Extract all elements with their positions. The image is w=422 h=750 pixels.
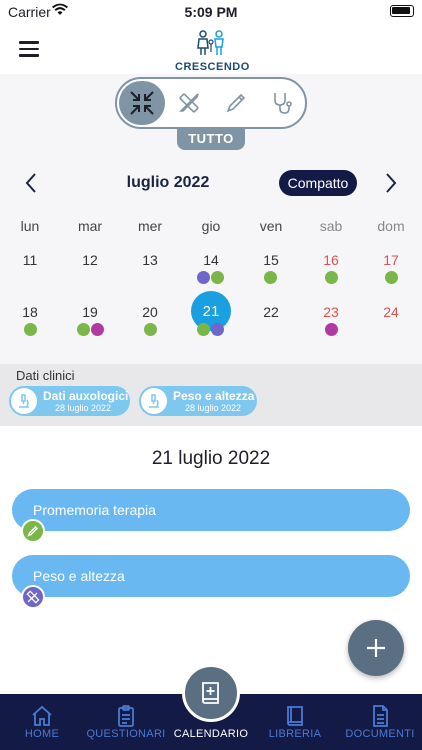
filter-all-button[interactable]	[119, 81, 165, 125]
month-title: luglio 2022	[126, 174, 210, 191]
calendar-day-14[interactable]: 14	[181, 252, 241, 268]
calendar-day-21[interactable]: 21	[181, 303, 241, 320]
month-navigation: luglio 2022 Compatto	[0, 168, 422, 198]
tab-questionnaires[interactable]: QUESTIONARI	[84, 694, 168, 750]
tab-label: LIBRERIA	[268, 728, 322, 740]
day-14-events	[197, 271, 224, 284]
therapy-dot-icon	[24, 323, 37, 336]
tab-library[interactable]: LIBRERIA	[253, 694, 337, 750]
calendar-tab-button[interactable]	[182, 664, 240, 722]
calendar-day-20[interactable]: 20	[120, 304, 180, 320]
therapy-pencil-icon	[21, 519, 45, 543]
menu-icon[interactable]	[19, 41, 39, 57]
family-logo-icon	[197, 30, 224, 55]
day-18-events	[24, 323, 37, 336]
calendar-day-16[interactable]: 16	[301, 252, 361, 268]
day-21-events	[197, 323, 224, 336]
filter-therapy-button[interactable]	[214, 82, 258, 124]
microscope-icon	[11, 388, 37, 414]
calendar-day-17[interactable]: 17	[361, 252, 421, 268]
day-15-events	[264, 271, 277, 284]
calendar-day-24[interactable]: 24	[361, 304, 421, 320]
measures-ruler-icon	[21, 585, 45, 609]
therapy-dot-icon	[211, 271, 224, 284]
filter-visits-button[interactable]	[260, 82, 304, 124]
weekday-tue: mar	[77, 218, 103, 234]
chip-title: Dati auxologici	[43, 389, 129, 403]
selected-date-title: 21 luglio 2022	[151, 448, 271, 469]
measures-dot-icon	[211, 323, 224, 336]
calendar-day-23[interactable]: 23	[301, 304, 361, 320]
compress-arrows-icon	[130, 91, 154, 115]
day-20-events	[144, 323, 157, 336]
stethoscope-icon	[274, 93, 292, 114]
therapy-dot-icon	[325, 271, 338, 284]
therapy-dot-icon	[264, 271, 277, 284]
calendar-day-19[interactable]: 19	[60, 304, 120, 320]
category-filter	[115, 77, 307, 129]
clinical-data-section: Dati clinici Dati auxologici 28 luglio 2…	[0, 364, 422, 426]
microscope-icon	[141, 388, 167, 414]
visit-dot-icon	[325, 323, 338, 336]
day-16-events	[325, 271, 338, 284]
logo-text: CRESCENDO	[175, 61, 250, 73]
tab-home[interactable]: HOME	[0, 694, 84, 750]
status-time: 5:09 PM	[184, 4, 238, 20]
visit-dot-icon	[91, 323, 104, 336]
book-icon	[287, 706, 303, 726]
weekday-sun: dom	[377, 218, 405, 234]
ruler-pencil-icon	[179, 93, 199, 113]
add-event-button[interactable]	[348, 620, 404, 676]
weekday-mon: lun	[20, 218, 40, 234]
chip-title: Peso e altezza	[173, 389, 255, 403]
chip-date: 28 luglio 2022	[185, 403, 242, 413]
therapy-dot-icon	[144, 323, 157, 336]
day-23-events	[325, 323, 338, 336]
app-header: CRESCENDO	[0, 24, 422, 74]
tab-label: HOME	[24, 728, 60, 740]
calendar-day-12[interactable]: 12	[60, 252, 120, 268]
chip-date: 28 luglio 2022	[55, 403, 112, 413]
day-19-events	[77, 323, 104, 336]
therapy-dot-icon	[197, 323, 210, 336]
calendar-day-18[interactable]: 18	[0, 304, 60, 320]
filter-measures-button[interactable]	[167, 82, 211, 124]
weekday-wed: mer	[137, 218, 163, 234]
chip-weight-height[interactable]: Peso e altezza 28 luglio 2022	[139, 386, 257, 416]
status-bar: Carrier 5:09 PM	[0, 0, 422, 24]
pencil-icon	[226, 93, 246, 113]
tab-label: DOCUMENTI	[345, 728, 415, 740]
clipboard-icon	[118, 705, 134, 727]
calendar-day-15[interactable]: 15	[241, 252, 301, 268]
event-weight-height[interactable]: Peso e altezza	[12, 555, 410, 597]
chip-auxological-data[interactable]: Dati auxologici 28 luglio 2022	[9, 386, 130, 416]
document-icon	[373, 705, 388, 727]
measures-dot-icon	[197, 271, 210, 284]
calendar-day-11[interactable]: 11	[0, 252, 60, 268]
weekday-fri: ven	[259, 218, 283, 234]
tab-label: CALENDARIO	[173, 728, 249, 740]
plus-icon	[367, 639, 385, 657]
calendar-book-icon	[202, 682, 219, 704]
filter-selected-label: TUTTO	[177, 128, 245, 150]
tab-label: QUESTIONARI	[86, 728, 166, 740]
weekday-thu: gio	[201, 218, 221, 234]
calendar-day-13[interactable]: 13	[120, 252, 180, 268]
calendar-day-22[interactable]: 22	[241, 304, 301, 320]
clinical-data-title: Dati clinici	[16, 368, 75, 383]
chevron-left-icon[interactable]	[22, 170, 42, 196]
therapy-dot-icon	[385, 271, 398, 284]
compact-view-button[interactable]: Compatto	[279, 170, 357, 196]
chevron-right-icon[interactable]	[380, 170, 400, 196]
therapy-dot-icon	[77, 323, 90, 336]
app-logo: CRESCENDO	[175, 30, 250, 73]
event-label: Promemoria terapia	[33, 502, 156, 518]
tab-documents[interactable]: DOCUMENTI	[338, 694, 422, 750]
event-label: Peso e altezza	[33, 568, 125, 584]
weekday-sat: sab	[319, 218, 343, 234]
home-icon	[32, 705, 52, 726]
battery-icon	[390, 5, 414, 17]
day-17-events	[385, 271, 398, 284]
event-therapy-reminder[interactable]: Promemoria terapia	[12, 489, 410, 531]
